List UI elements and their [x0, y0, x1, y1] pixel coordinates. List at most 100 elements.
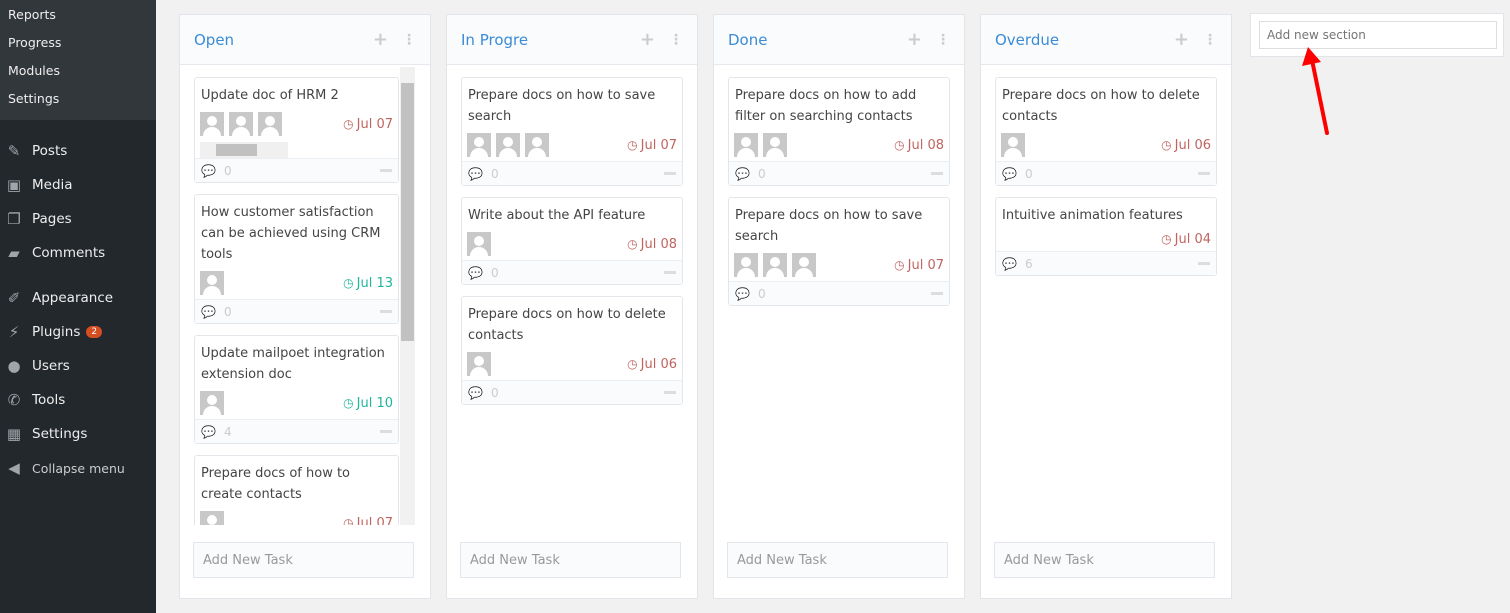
more-vertical-icon[interactable]: ⋮	[1203, 32, 1217, 48]
horizontal-scrollbar[interactable]	[200, 142, 288, 158]
task-card[interactable]: Prepare docs of how to create contacts ◷…	[194, 455, 399, 525]
task-title[interactable]: How customer satisfaction can be achieve…	[195, 195, 398, 265]
collapse-icon[interactable]	[664, 391, 676, 394]
admin-menu: ✎ Posts ▣ Media ❐ Pages ▰ Comments ✐ Appearance ⚡ P…	[0, 120, 156, 485]
section-title[interactable]: Open	[194, 31, 373, 49]
due-date-text: Jul 08	[640, 236, 677, 252]
assignees	[467, 352, 627, 376]
collapse-icon[interactable]	[1198, 262, 1210, 265]
menu-item[interactable]: ▦ Settings	[0, 417, 156, 451]
menu-item[interactable]: ▣ Media	[0, 168, 156, 202]
assignees	[200, 511, 343, 525]
menu-item[interactable]: ⚡ Plugins 2	[0, 315, 156, 349]
clock-icon: ◷	[1161, 232, 1172, 246]
avatar	[258, 112, 282, 136]
task-title[interactable]: Write about the API feature	[462, 198, 682, 226]
due-date-text: Jul 04	[1174, 232, 1211, 247]
task-title[interactable]: Prepare docs on how to save search	[462, 78, 682, 127]
menu-label: Appearance	[32, 290, 114, 306]
collapse-icon[interactable]	[931, 292, 943, 295]
task-card[interactable]: Prepare docs on how to save search ◷ Jul …	[728, 197, 950, 306]
due-date-text: Jul 07	[356, 515, 393, 526]
task-title[interactable]: Prepare docs on how to delete contacts	[462, 297, 682, 346]
section-title[interactable]: Done	[728, 31, 907, 49]
avatar	[525, 133, 549, 157]
more-vertical-icon[interactable]: ⋮	[402, 32, 416, 48]
collapse-icon[interactable]	[380, 169, 392, 172]
task-card[interactable]: Write about the API feature ◷ Jul 08 💬 0	[461, 197, 683, 285]
menu-item[interactable]: ✆ Tools	[0, 383, 156, 417]
section-title[interactable]: In Progre	[461, 31, 640, 49]
menu-label: Tools	[32, 392, 66, 408]
task-title[interactable]: Prepare docs on how to save search	[729, 198, 949, 247]
plus-icon[interactable]: +	[373, 29, 388, 50]
due-date-text: Jul 07	[356, 116, 393, 132]
task-card[interactable]: Prepare docs on how to save search ◷ Jul …	[461, 77, 683, 186]
task-card[interactable]: How customer satisfaction can be achieve…	[194, 194, 399, 324]
menu-item[interactable]: ✐ Appearance	[0, 281, 156, 315]
due-date: ◷ Jul 07	[343, 117, 393, 132]
submenu-item[interactable]: Reports	[0, 4, 156, 32]
plus-icon[interactable]: +	[907, 29, 922, 50]
assignees	[200, 271, 343, 295]
plus-icon[interactable]: +	[1174, 29, 1189, 50]
clock-icon: ◷	[627, 356, 638, 371]
comment-icon: 💬	[468, 385, 483, 400]
more-vertical-icon[interactable]: ⋮	[669, 32, 683, 48]
menu-label: Media	[32, 177, 73, 193]
due-date: ◷ Jul 06	[1161, 138, 1211, 153]
menu-item[interactable]: ❐ Pages	[0, 202, 156, 236]
comment-icon: 💬	[735, 166, 750, 181]
task-card[interactable]: Prepare docs on how to add filter on sea…	[728, 77, 950, 186]
avatar	[200, 271, 224, 295]
add-new-task-input[interactable]: Add New Task	[727, 542, 948, 578]
submenu-item[interactable]: Modules	[0, 60, 156, 88]
vertical-scrollbar[interactable]	[400, 67, 415, 525]
plus-icon[interactable]: +	[640, 29, 655, 50]
collapse-icon[interactable]	[380, 310, 392, 313]
comment-count: 0	[223, 163, 232, 178]
task-title[interactable]: Update doc of HRM 2	[195, 78, 398, 106]
task-title[interactable]: Intuitive animation features	[996, 198, 1216, 226]
brush-icon: ✐	[7, 289, 21, 307]
menu-item[interactable]: ✎ Posts	[0, 134, 156, 168]
submenu-item[interactable]: Progress	[0, 32, 156, 60]
due-date: ◷ Jul 10	[343, 396, 393, 411]
task-card[interactable]: Intuitive animation features ◷ Jul 04 💬 6	[995, 197, 1217, 276]
more-vertical-icon[interactable]: ⋮	[936, 32, 950, 48]
collapse-icon[interactable]	[931, 172, 943, 175]
comment-icon: 💬	[468, 265, 483, 280]
task-title[interactable]: Prepare docs on how to add filter on sea…	[729, 78, 949, 127]
task-title[interactable]: Update mailpoet integration extension do…	[195, 336, 398, 385]
add-new-task-input[interactable]: Add New Task	[994, 542, 1215, 578]
menu-item[interactable]: ● Users	[0, 349, 156, 383]
plugin-icon: ⚡	[8, 323, 20, 341]
menu-item[interactable]: ◀ Collapse menu	[0, 451, 156, 485]
comment-icon: 💬	[1002, 256, 1017, 271]
due-date: ◷ Jul 13	[343, 276, 393, 291]
task-card[interactable]: Prepare docs on how to delete contacts ◷…	[995, 77, 1217, 186]
collapse-icon[interactable]	[380, 430, 392, 433]
menu-label: Users	[32, 358, 70, 374]
admin-sidebar: Reports Progress Modules Settings ✎ Posts ▣ Me…	[0, 0, 156, 613]
collapse-icon[interactable]	[1198, 172, 1210, 175]
section-title[interactable]: Overdue	[995, 31, 1174, 49]
task-title[interactable]: Prepare docs on how to delete contacts	[996, 78, 1216, 127]
add-new-task-input[interactable]: Add New Task	[460, 542, 681, 578]
comment-count: 0	[490, 385, 499, 400]
task-card[interactable]: Update doc of HRM 2 ◷ Jul 07 💬 0	[194, 77, 399, 183]
avatar	[734, 133, 758, 157]
collapse-icon[interactable]	[664, 271, 676, 274]
task-title[interactable]: Prepare docs of how to create contacts	[195, 456, 398, 505]
update-badge: 2	[86, 326, 103, 338]
collapse-icon[interactable]	[664, 172, 676, 175]
task-card[interactable]: Prepare docs on how to delete contacts ◷…	[461, 296, 683, 405]
settings-icon: ▦	[6, 425, 22, 443]
assignees	[467, 133, 627, 157]
task-list: Prepare docs on how to save search ◷ Jul …	[461, 77, 683, 525]
task-card[interactable]: Update mailpoet integration extension do…	[194, 335, 399, 444]
add-new-task-input[interactable]: Add New Task	[193, 542, 414, 578]
due-date-text: Jul 07	[907, 257, 944, 273]
menu-item[interactable]: ▰ Comments	[0, 236, 156, 270]
submenu-item[interactable]: Settings	[0, 88, 156, 116]
